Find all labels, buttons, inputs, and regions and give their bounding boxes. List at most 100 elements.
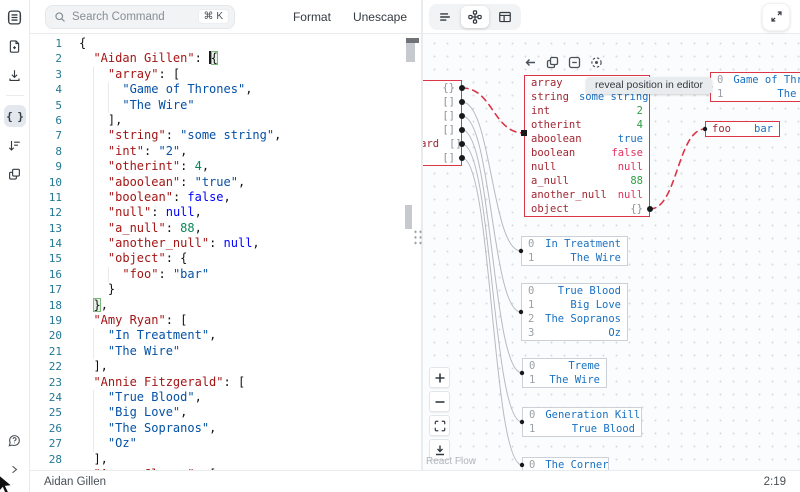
node-row: abooleantrue (525, 132, 649, 146)
format-button[interactable]: Format (293, 10, 331, 24)
indent-guide (93, 221, 94, 236)
list-view-icon (438, 10, 452, 24)
new-file-button[interactable] (4, 35, 26, 57)
node-row: 0Treme (523, 359, 606, 373)
sort-json-button[interactable] (4, 134, 26, 156)
line-number: 21 (30, 344, 62, 359)
panel-resize-handle[interactable] (412, 228, 422, 245)
download-json-button[interactable] (4, 64, 26, 86)
graph-node-game[interactable]: 0Game of Thrones1The Wire (710, 72, 800, 102)
code-line[interactable]: "Aidan Gillen": { (79, 51, 281, 66)
code-line[interactable]: "In Treatment", (79, 328, 281, 343)
code-line[interactable]: "Annie Fitzgerald": [ (79, 375, 281, 390)
json-editor[interactable]: 1234567891011121314151617181920212223242… (30, 33, 421, 473)
node-row: 1The Wire (711, 87, 800, 101)
indent-guide (93, 67, 94, 82)
graph-controls (429, 367, 450, 460)
code-line[interactable]: ], (79, 452, 281, 467)
node-row: foobar (706, 122, 779, 136)
line-number: 10 (30, 175, 62, 190)
unescape-button[interactable]: Unescape (353, 10, 407, 24)
braces-icon: { } (6, 110, 23, 123)
json-editor-tab[interactable]: { } (4, 105, 26, 127)
node-row: 0Game of Thrones (711, 73, 800, 87)
indent-guide (93, 113, 94, 128)
graph-node-corner[interactable]: 0The Corner (522, 457, 609, 470)
collapse-node-button[interactable] (568, 56, 581, 69)
code-line[interactable]: "a_null": 88, (79, 221, 281, 236)
code-line[interactable]: "aboolean": "true", (79, 175, 281, 190)
code-line[interactable]: "The Wire" (79, 98, 281, 113)
indent-guide (108, 82, 109, 97)
code-line[interactable]: ], (79, 359, 281, 374)
code-line[interactable]: "Big Love", (79, 405, 281, 420)
graph-node-blood[interactable]: 0True Blood1Big Love2The Sopranos3Oz (521, 283, 628, 341)
indent-guide (93, 236, 94, 251)
code-line[interactable]: } (79, 282, 281, 297)
editor-scrollbar-thumb[interactable] (406, 43, 415, 62)
graph-node-treat[interactable]: 0In Treatment1The Wire (521, 236, 628, 266)
node-row: booleanfalse (525, 146, 649, 160)
indent-guide (108, 267, 109, 282)
graph-node-genkill[interactable]: 0Generation Kill1True Blood (522, 407, 642, 437)
node-toolbar (524, 56, 603, 69)
editor-scrollbar-mark[interactable] (405, 205, 412, 229)
line-numbers: 1234567891011121314151617181920212223242… (30, 36, 66, 473)
indent-guide (93, 344, 94, 359)
code-line[interactable]: "Game of Thrones", (79, 82, 281, 97)
line-number: 5 (30, 98, 62, 113)
react-flow-attribution[interactable]: React Flow (426, 456, 476, 467)
code-lines[interactable]: { "Aidan Gillen": { "array": [ "Game of … (79, 36, 281, 473)
code-line[interactable]: "int": "2", (79, 144, 281, 159)
code-line[interactable]: "boolean": false, (79, 190, 281, 205)
node-row: 0True Blood (522, 284, 627, 298)
code-line[interactable]: }, (79, 298, 281, 313)
line-number: 22 (30, 359, 62, 374)
graph-node-root[interactable]: Aidan Gillen{}Amy Ryan[]Annie Fitzgerald… (423, 80, 462, 166)
line-number: 13 (30, 221, 62, 236)
code-line[interactable]: "array": [ (79, 67, 281, 82)
node-row: Annie Fitzgerald[] (423, 109, 461, 123)
view-list-button[interactable] (431, 6, 459, 28)
view-table-button[interactable] (491, 6, 519, 28)
code-line[interactable]: "another_null": null, (79, 236, 281, 251)
code-line[interactable]: "Oz" (79, 436, 281, 451)
view-graph-button[interactable] (461, 6, 489, 28)
code-line[interactable]: ], (79, 113, 281, 128)
code-line[interactable]: "The Sopranos", (79, 421, 281, 436)
graph-node-treme[interactable]: 0Treme1The Wire (522, 358, 607, 388)
code-line[interactable]: "object": { (79, 251, 281, 266)
zoom-in-button[interactable] (429, 367, 450, 388)
indent-guide (93, 390, 94, 405)
fullscreen-button[interactable] (762, 3, 790, 31)
node-row: Amy Ryan[] (423, 95, 461, 109)
code-line[interactable]: "The Wire" (79, 344, 281, 359)
json-path-breadcrumb: Aidan Gillen (44, 476, 106, 488)
search-input[interactable]: Search Command ⌘ K (45, 5, 235, 29)
zoom-out-button[interactable] (429, 391, 450, 412)
code-line[interactable]: "string": "some string", (79, 128, 281, 143)
indent-guide (93, 98, 94, 113)
copy-node-button[interactable] (546, 56, 559, 69)
fit-view-button[interactable] (429, 415, 450, 436)
code-line[interactable]: "null": null, (79, 205, 281, 220)
compare-json-button[interactable] (4, 163, 26, 185)
code-line[interactable]: { (79, 36, 281, 51)
code-line[interactable]: "True Blood", (79, 390, 281, 405)
line-number: 16 (30, 267, 62, 282)
graph-canvas[interactable]: Aidan Gillen{}Amy Ryan[]Annie Fitzgerald… (423, 33, 800, 470)
node-row: nullnull (525, 160, 649, 174)
code-line[interactable]: "foo": "bar" (79, 267, 281, 282)
focus-node-button[interactable] (590, 56, 603, 69)
app-logo-icon[interactable] (4, 6, 26, 28)
back-button[interactable] (524, 56, 537, 69)
line-number: 27 (30, 436, 62, 451)
node-row: Aidan Gillen{} (423, 81, 461, 95)
node-row: 3Oz (522, 326, 627, 340)
graph-node-aidan[interactable]: array[]stringsome stringint2otherint4abo… (524, 75, 650, 217)
graph-node-foobar[interactable]: foobar (705, 121, 780, 137)
help-button[interactable] (4, 429, 26, 451)
code-line[interactable]: "otherint": 4, (79, 159, 281, 174)
code-line[interactable]: "Amy Ryan": [ (79, 313, 281, 328)
sidebar-divider (6, 95, 24, 96)
